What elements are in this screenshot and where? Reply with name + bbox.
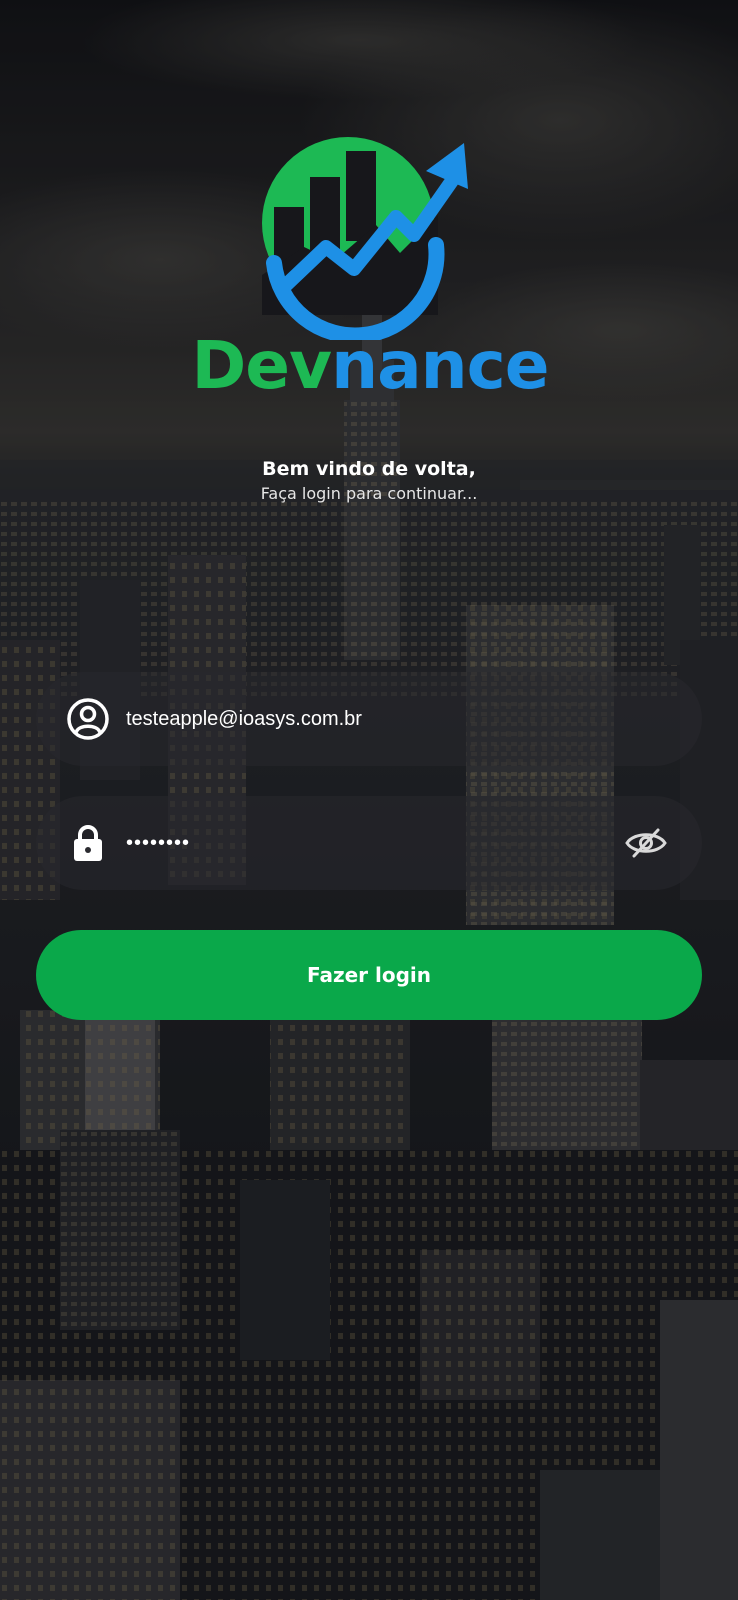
password-input[interactable] — [126, 823, 596, 863]
brand-name-part2: nance — [331, 327, 549, 404]
brand-logo: Devnance — [180, 135, 560, 405]
welcome-block: Bem vindo de volta, Faça login para cont… — [0, 456, 738, 506]
email-input[interactable] — [126, 699, 596, 739]
user-circle-icon — [66, 697, 110, 741]
brand-wordmark: Devnance — [180, 333, 560, 399]
welcome-title: Bem vindo de volta, — [262, 458, 476, 480]
welcome-subtitle: Faça login para continuar... — [260, 484, 478, 503]
lock-icon — [66, 821, 110, 865]
brand-name-part1: Dev — [191, 327, 333, 404]
eye-off-icon[interactable] — [624, 821, 668, 865]
email-field[interactable] — [36, 672, 702, 766]
password-field[interactable] — [36, 796, 702, 890]
chart-growth-icon — [250, 135, 470, 344]
login-button[interactable]: Fazer login — [36, 930, 702, 1020]
